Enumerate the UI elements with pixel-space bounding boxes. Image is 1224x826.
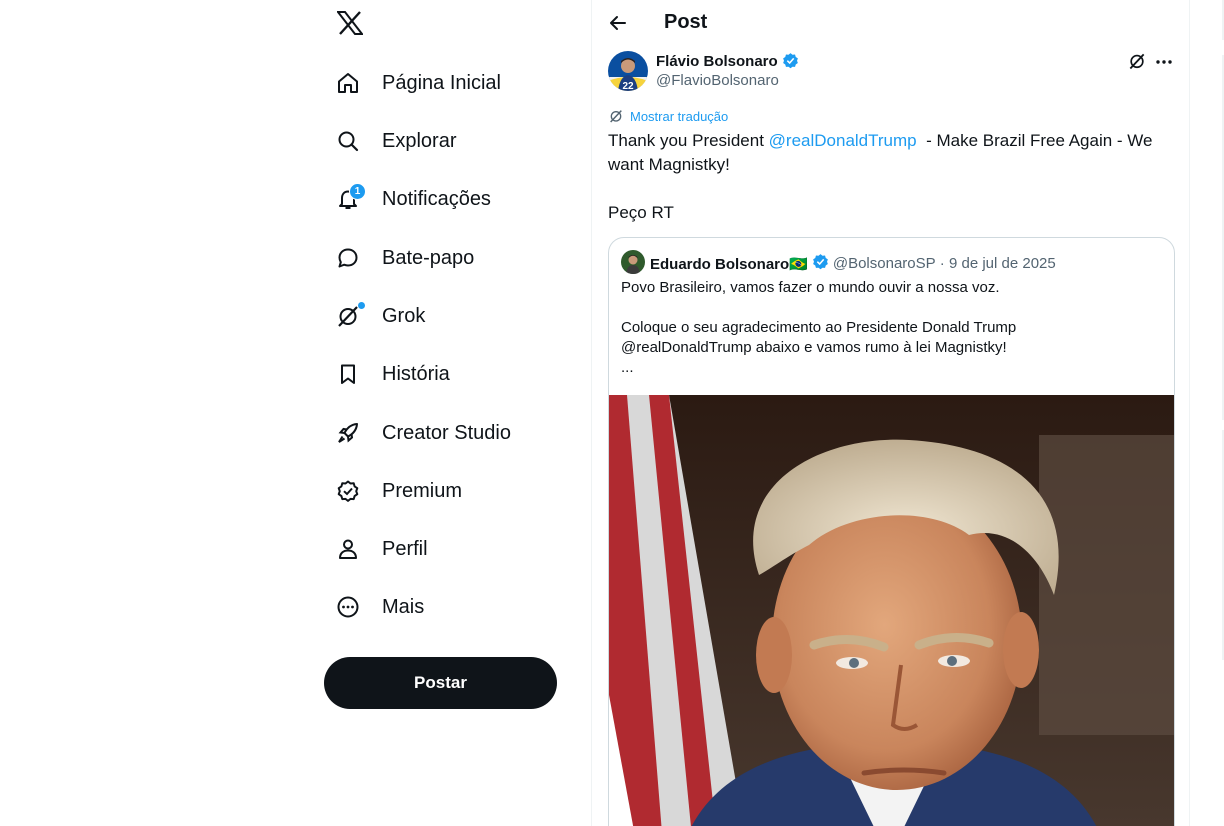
quote-date[interactable]: 9 de jul de 2025 — [949, 255, 1056, 272]
nav-item-profile[interactable]: Perfil — [324, 526, 564, 572]
nav-item-explore[interactable]: Explorar — [324, 118, 564, 164]
right-sidebar-edge — [1220, 0, 1224, 826]
page: Página Inicial Explorar 1 Notificações B… — [0, 0, 1224, 826]
back-arrow-icon[interactable] — [606, 11, 630, 35]
quote-text-line: @realDonaldTrump abaixo e vamos rumo à l… — [621, 339, 1007, 356]
author-avatar[interactable]: 22 — [608, 51, 648, 91]
nav-label-creator-studio: Creator Studio — [382, 421, 511, 444]
post-header: Post — [592, 0, 1189, 46]
grok-translate-icon — [610, 110, 622, 123]
verified-badge-icon — [782, 52, 799, 73]
mention-link[interactable]: @realDonaldTrump — [769, 131, 917, 150]
avatar-number: 22 — [622, 81, 634, 91]
grok-new-dot — [358, 302, 365, 309]
nav-label-bookmarks: História — [382, 362, 450, 385]
quoted-post-card[interactable]: Eduardo Bolsonaro🇧🇷 @BolsonaroSP · 9 de … — [608, 237, 1175, 826]
nav-label-explore: Explorar — [382, 129, 457, 152]
nav-item-bookmarks[interactable]: História — [324, 351, 564, 397]
more-options-icon[interactable] — [1152, 51, 1176, 73]
nav-item-creator-studio[interactable]: Creator Studio — [324, 410, 564, 456]
post-button[interactable]: Postar — [324, 657, 557, 709]
notification-badge: 1 — [349, 183, 366, 200]
verified-badge-icon — [812, 253, 829, 274]
nav-item-more[interactable]: Mais — [324, 584, 564, 630]
home-icon — [335, 70, 361, 96]
post-text-line: Peço RT — [608, 203, 674, 222]
separator-dot: · — [935, 255, 949, 272]
column-divider-right — [1189, 0, 1190, 826]
nav-label-notifications: Notificações — [382, 187, 491, 210]
nav-label-home: Página Inicial — [382, 71, 501, 94]
post-text: Thank you President @realDonaldTrump - M… — [608, 129, 1173, 225]
quote-author-name[interactable]: Eduardo Bolsonaro🇧🇷 — [650, 255, 808, 273]
more-circle-icon — [335, 594, 361, 620]
grok-icon — [335, 303, 361, 329]
x-logo-icon[interactable] — [336, 8, 364, 38]
quote-text-line: Povo Brasileiro, vamos fazer o mundo ouv… — [621, 279, 1000, 296]
nav-label-premium: Premium — [382, 479, 463, 502]
nav-item-home[interactable]: Página Inicial — [324, 60, 564, 106]
rocket-icon — [335, 420, 361, 446]
nav-label-more: Mais — [382, 595, 425, 618]
nav-item-grok[interactable]: Grok — [324, 293, 564, 339]
grok-icon[interactable] — [1127, 51, 1149, 73]
nav-item-notifications[interactable]: 1 Notificações — [324, 176, 564, 222]
verified-badge-icon — [335, 478, 361, 504]
quote-header: Eduardo Bolsonaro🇧🇷 @BolsonaroSP · 9 de … — [650, 253, 1056, 274]
show-translation-label: Mostrar tradução — [630, 108, 729, 124]
chat-bubble-icon — [335, 245, 361, 271]
post-text-part: Thank you President — [608, 131, 769, 150]
quote-author-handle[interactable]: @BolsonaroSP — [833, 255, 936, 272]
quote-text-line: Coloque o seu agradecimento ao President… — [621, 319, 1017, 336]
author-handle[interactable]: @FlavioBolsonaro — [656, 72, 779, 89]
nav-item-chat[interactable]: Bate-papo — [324, 235, 564, 281]
nav-label-grok: Grok — [382, 304, 426, 327]
page-title: Post — [664, 11, 708, 33]
nav-label-profile: Perfil — [382, 537, 428, 560]
search-icon — [335, 128, 361, 154]
post-detail-column: Post 22 Flávio Bolsonaro @FlavioBolsonar… — [592, 0, 1189, 826]
quote-photo[interactable] — [609, 395, 1174, 826]
show-translation-link[interactable]: Mostrar tradução — [608, 108, 728, 124]
quote-author-avatar[interactable] — [621, 250, 645, 274]
nav-label-chat: Bate-papo — [382, 246, 475, 269]
quote-text: Povo Brasileiro, vamos fazer o mundo ouv… — [621, 278, 1161, 378]
author-name[interactable]: Flávio Bolsonaro — [656, 52, 799, 73]
quote-text-ellipsis: ... — [621, 359, 634, 376]
bookmark-icon — [335, 361, 361, 387]
nav-item-premium[interactable]: Premium — [324, 468, 564, 514]
person-icon — [335, 536, 361, 562]
author-name-text: Flávio Bolsonaro — [656, 53, 778, 70]
